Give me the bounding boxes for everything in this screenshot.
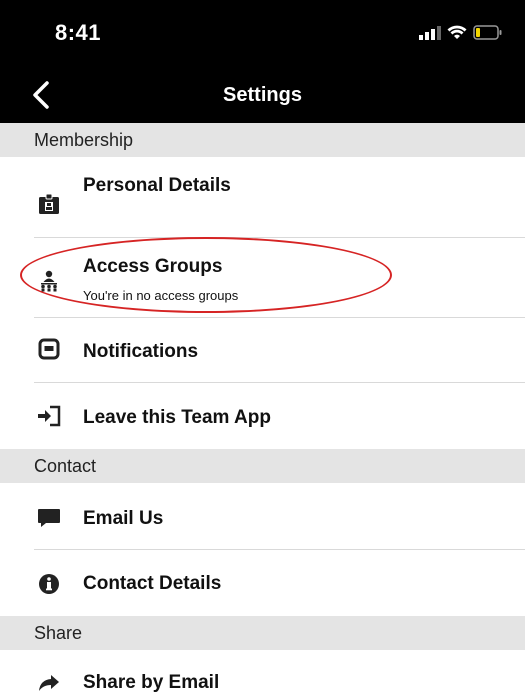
signal-icon [419,25,441,40]
share-arrow-icon [36,670,62,696]
leave-team-app-item[interactable]: Leave this Team App [0,383,525,449]
users-icon [36,268,62,294]
page-title: Settings [223,84,302,106]
item-label: Contact Details [83,573,222,594]
comment-icon [36,505,62,531]
item-label: Personal Details [83,175,231,196]
id-badge-icon [36,191,62,217]
email-us-item[interactable]: Email Us [0,483,525,549]
notifications-item[interactable]: Notifications [0,318,525,382]
status-bar: 8:41 [0,0,525,68]
section-title: Contact [34,456,97,476]
item-label: Leave this Team App [83,407,271,428]
item-label: Notifications [83,341,199,362]
item-label: Share by Email [83,672,220,693]
notification-box-icon [36,336,62,362]
section-header-share: Share [0,616,525,650]
item-label: Email Us [83,508,164,529]
section-header-membership: Membership [0,123,525,157]
contact-details-item[interactable]: Contact Details [0,550,525,616]
section-title: Share [34,623,83,643]
info-icon [36,571,62,597]
item-label: Access Groups [83,256,223,277]
status-icons [419,25,503,40]
battery-icon [473,25,502,40]
wifi-icon [447,25,467,39]
nav-bar: Settings [0,68,525,123]
personal-details-item[interactable]: Personal Details [0,157,525,237]
access-groups-item[interactable]: Access Groups You're in no access groups [0,238,525,317]
section-header-contact: Contact [0,449,525,483]
status-time: 8:41 [55,20,102,45]
share-by-email-item[interactable]: Share by Email [0,650,525,699]
item-subtitle: You're in no access groups [83,288,239,303]
section-title: Membership [34,130,134,150]
sign-out-icon [36,403,62,429]
